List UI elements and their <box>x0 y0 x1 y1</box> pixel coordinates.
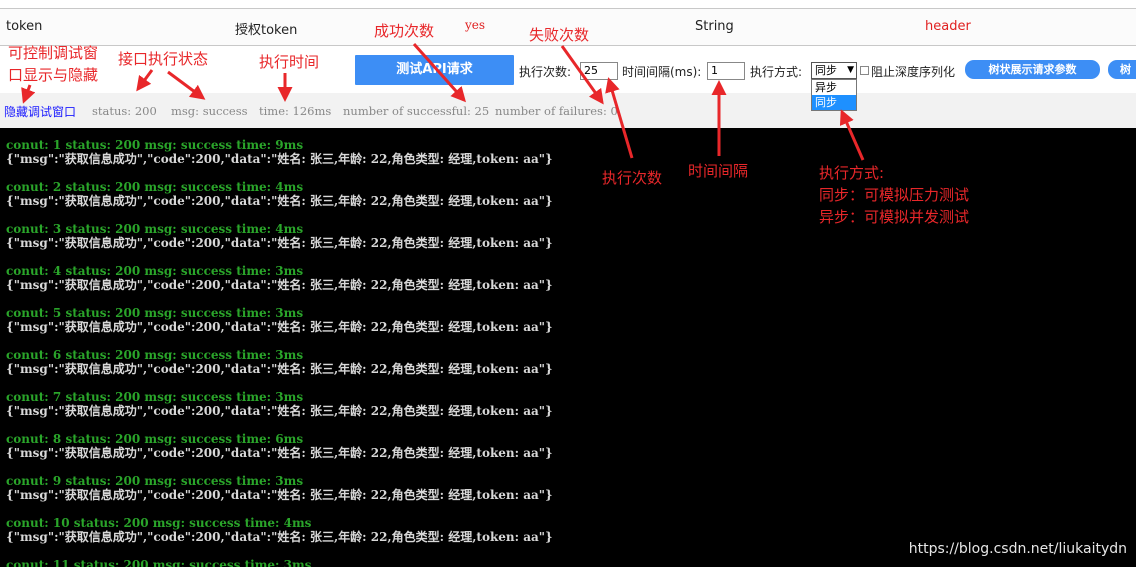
console-entry-meta: conut: 8 status: 200 msg: success time: … <box>6 432 304 446</box>
status-row: 隐藏调试窗口 status: 200 msg: success time: 12… <box>0 93 1136 128</box>
status-msg: msg: success <box>171 104 248 118</box>
console-entry: conut: 4 status: 200 msg: success time: … <box>6 264 553 292</box>
annotation-exec-times: 执行次数 <box>602 169 663 187</box>
mode-select[interactable]: 同步 ▼ <box>811 62 857 79</box>
console-entry-body: {"msg":"获取信息成功","code":200,"data":"姓名: 张… <box>6 194 553 208</box>
console-entry-meta: conut: 3 status: 200 msg: success time: … <box>6 222 304 236</box>
exec-count-input[interactable]: 25 <box>580 62 618 80</box>
annotation-success-count: 成功次数 <box>374 22 435 40</box>
watermark: https://blog.csdn.net/liukaitydn <box>908 541 1127 557</box>
interval-input[interactable]: 1 <box>707 62 745 80</box>
annotation-toggle-line2: 口显示与隐藏 <box>8 66 99 84</box>
status-time: time: 126ms <box>259 104 332 118</box>
annotation-time-interval: 时间间隔 <box>688 162 749 180</box>
console-entry-meta: conut: 10 status: 200 msg: success time:… <box>6 516 312 530</box>
annotation-mode-async: 异步：可模拟并发测试 <box>819 208 970 226</box>
console-entry-body: {"msg":"获取信息成功","code":200,"data":"姓名: 张… <box>6 152 553 166</box>
console-entry-body: {"msg":"获取信息成功","code":200,"data":"姓名: 张… <box>6 236 553 250</box>
console-entry: conut: 9 status: 200 msg: success time: … <box>6 474 553 502</box>
toggle-debug-window-link[interactable]: 隐藏调试窗口 <box>4 103 76 120</box>
mode-option-async[interactable]: 异步 <box>812 80 856 95</box>
annotation-fail-count: 失败次数 <box>529 26 590 44</box>
console-entry-meta: conut: 9 status: 200 msg: success time: … <box>6 474 304 488</box>
annotation-api-status: 接口执行状态 <box>118 50 209 68</box>
prevent-deep-serialize-checkbox[interactable] <box>860 66 869 75</box>
console-entry: conut: 5 status: 200 msg: success time: … <box>6 306 553 334</box>
interval-label: 时间间隔(ms): <box>622 65 702 79</box>
mode-selected: 同步 <box>815 64 837 77</box>
console-entry-body: {"msg":"获取信息成功","code":200,"data":"姓名: 张… <box>6 446 553 460</box>
console-entry: conut: 1 status: 200 msg: success time: … <box>6 138 553 166</box>
annotation-toggle-line1: 可控制调试窗 <box>8 44 99 62</box>
status-successful: number of successful: 25 <box>343 104 490 118</box>
console-entry: conut: 11 status: 200 msg: success time:… <box>6 558 311 567</box>
console-entry-meta: conut: 11 status: 200 msg: success time:… <box>6 558 312 567</box>
param-type: String <box>695 19 734 34</box>
test-api-button[interactable]: 测试API请求 <box>355 55 514 85</box>
tree-button-partial[interactable]: 树 <box>1108 60 1136 79</box>
console-entry-body: {"msg":"获取信息成功","code":200,"data":"姓名: 张… <box>6 488 553 502</box>
exec-count-label: 执行次数: <box>519 65 572 79</box>
prevent-deep-serialize-label: 阻止深度序列化 <box>871 65 956 79</box>
console-entry-meta: conut: 6 status: 200 msg: success time: … <box>6 348 304 362</box>
console-entry: conut: 7 status: 200 msg: success time: … <box>6 390 553 418</box>
console-entry-body: {"msg":"获取信息成功","code":200,"data":"姓名: 张… <box>6 320 553 334</box>
console-entry-body: {"msg":"获取信息成功","code":200,"data":"姓名: 张… <box>6 404 553 418</box>
console-entry-body: {"msg":"获取信息成功","code":200,"data":"姓名: 张… <box>6 278 553 292</box>
param-name: token <box>6 19 43 34</box>
annotation-exec-time: 执行时间 <box>259 53 320 71</box>
annotation-exec-mode: 执行方式: 同步：可模拟压力测试 异步：可模拟并发测试 <box>819 162 969 228</box>
console-entry: conut: 10 status: 200 msg: success time:… <box>6 516 553 544</box>
console-entry-meta: conut: 5 status: 200 msg: success time: … <box>6 306 304 320</box>
console-entry: conut: 2 status: 200 msg: success time: … <box>6 180 553 208</box>
console-entry-meta: conut: 4 status: 200 msg: success time: … <box>6 264 304 278</box>
console-entry: conut: 3 status: 200 msg: success time: … <box>6 222 553 250</box>
console-entry-body: {"msg":"获取信息成功","code":200,"data":"姓名: 张… <box>6 530 553 544</box>
status-code: status: 200 <box>92 104 157 118</box>
mode-option-sync[interactable]: 同步 <box>812 95 856 110</box>
chevron-down-icon: ▼ <box>847 65 854 75</box>
console-entry-meta: conut: 1 status: 200 msg: success time: … <box>6 138 304 152</box>
tree-params-button[interactable]: 树状展示请求参数 <box>965 60 1100 79</box>
mode-dropdown: 异步 同步 <box>811 79 857 111</box>
param-required: yes <box>465 18 486 32</box>
status-failures: number of failures: 0 <box>495 104 618 118</box>
console-entry-meta: conut: 2 status: 200 msg: success time: … <box>6 180 304 194</box>
annotation-mode-sync: 同步：可模拟压力测试 <box>819 186 970 204</box>
mode-label: 执行方式: <box>750 65 803 79</box>
console-entry-meta: conut: 7 status: 200 msg: success time: … <box>6 390 304 404</box>
annotation-toggle-window: 可控制调试窗 口显示与隐藏 <box>8 42 98 86</box>
console-entry: conut: 8 status: 200 msg: success time: … <box>6 432 553 460</box>
param-location: header <box>925 19 971 34</box>
console-entry: conut: 6 status: 200 msg: success time: … <box>6 348 553 376</box>
console-entry-body: {"msg":"获取信息成功","code":200,"data":"姓名: 张… <box>6 362 553 376</box>
annotation-mode-title: 执行方式: <box>819 164 885 182</box>
param-description: 授权token <box>235 23 298 38</box>
